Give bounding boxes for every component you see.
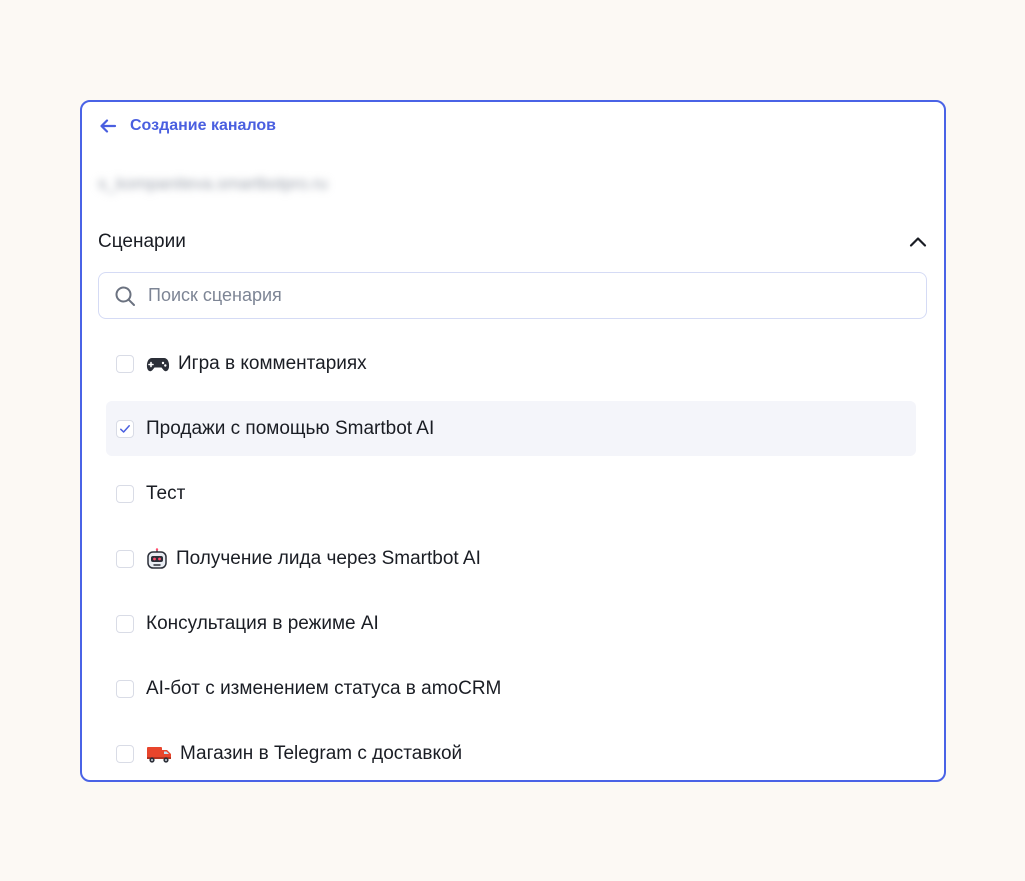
chevron-up-icon[interactable] [908,232,928,252]
arrow-left-icon [100,119,117,133]
channel-creation-panel: Создание каналов s_kompaniteva.smartbotp… [80,100,946,782]
checkmark-icon [120,424,130,433]
scenario-list: Игра в комментариях Продажи с помощью Sm… [106,336,916,780]
section-title: Сценарии [98,231,186,252]
back-link-label: Создание каналов [130,117,276,134]
scenario-checkbox[interactable] [116,354,134,373]
account-email: s_kompaniteva.smartbotpro.ru [98,174,328,193]
scenario-checkbox[interactable] [116,614,134,633]
scenario-label: Тест [146,482,186,504]
delivery-truck-icon [146,744,172,764]
scenario-checkbox[interactable] [116,549,134,568]
list-item[interactable]: Тест [106,466,916,521]
scenario-label: Продажи с помощью Smartbot AI [146,417,435,439]
scenario-checkbox[interactable] [116,744,134,763]
search-input[interactable] [146,284,890,307]
scenario-label: Консультация в режиме AI [146,612,379,634]
list-item[interactable]: Продажи с помощью Smartbot AI [106,401,916,456]
list-item[interactable]: Получение лида через Smartbot AI [106,531,916,586]
scenarios-section-header[interactable]: Сценарии [98,228,928,256]
scenario-label: Магазин в Telegram с доставкой [180,742,463,764]
list-item[interactable]: Игра в комментариях [106,336,916,391]
gamepad-icon [146,354,170,374]
scenario-checkbox[interactable] [116,419,134,438]
scenario-label: Игра в комментариях [178,352,367,374]
scenario-checkbox[interactable] [116,484,134,503]
search-icon [115,286,135,306]
robot-icon [146,547,168,570]
scenario-checkbox[interactable] [116,679,134,698]
scenario-label: Получение лида через Smartbot AI [176,547,481,569]
list-item[interactable]: AI-бот с изменением статуса в amoCRM [106,661,916,716]
list-item[interactable]: Магазин в Telegram с доставкой [106,726,916,780]
back-link[interactable]: Создание каналов [98,114,276,138]
list-item[interactable]: Консультация в режиме AI [106,596,916,651]
scenario-search[interactable] [98,272,927,319]
scenario-label: AI-бот с изменением статуса в amoCRM [146,677,502,699]
